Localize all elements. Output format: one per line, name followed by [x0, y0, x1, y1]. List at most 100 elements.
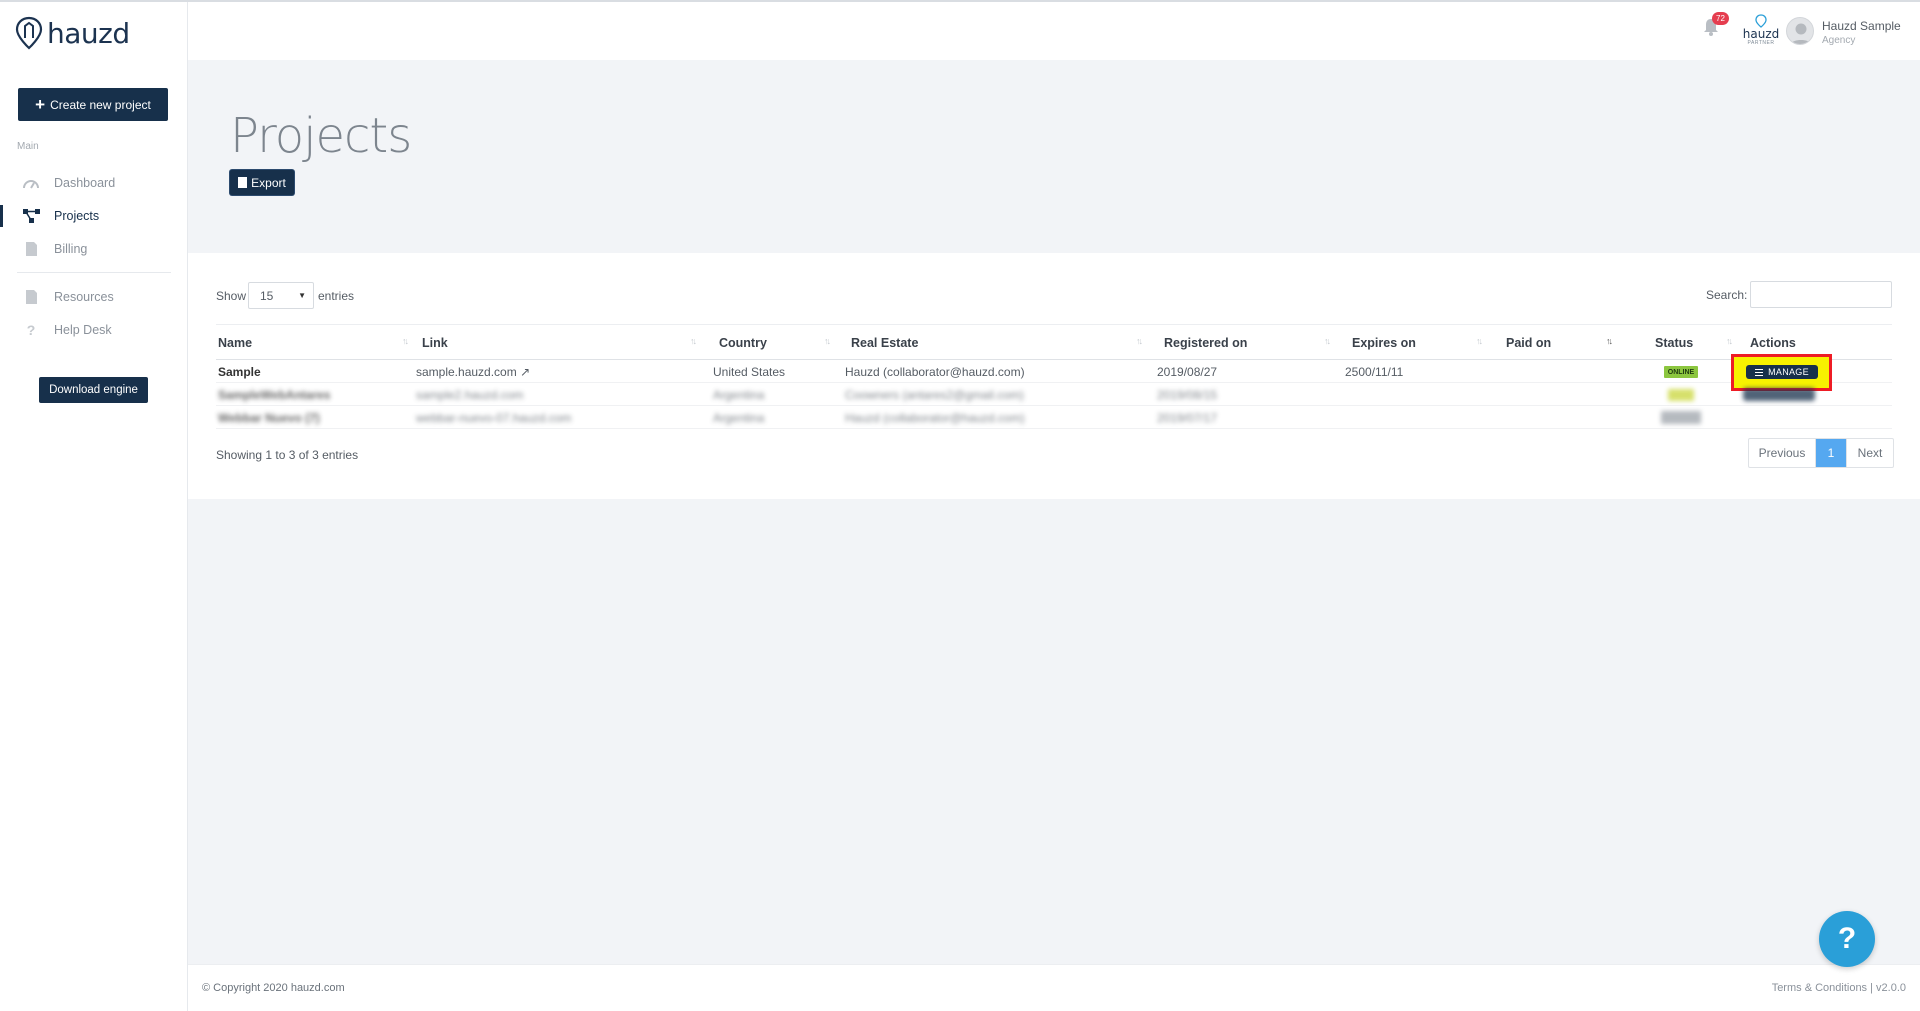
plus-icon: +	[35, 95, 46, 114]
sidebar-item-projects[interactable]: Projects	[0, 199, 188, 232]
column-header-link[interactable]: Link	[422, 336, 448, 350]
resources-icon	[22, 289, 40, 304]
create-new-project-button[interactable]: + Create new project	[18, 88, 168, 121]
sort-icon[interactable]: ↑↓	[1324, 336, 1331, 346]
column-header-registered-on[interactable]: Registered on	[1164, 336, 1247, 350]
billing-icon	[22, 241, 40, 256]
pagination: Previous 1 Next	[1748, 438, 1894, 468]
user-name[interactable]: Hauzd Sample	[1822, 19, 1901, 33]
logo-pin-icon	[15, 16, 43, 50]
cell-expires-on: 2500/11/11	[1345, 365, 1404, 379]
manage-button[interactable]	[1743, 388, 1815, 401]
cell-link[interactable]: webbar-nuevo-07.hauzd.com	[416, 411, 571, 425]
entries-label: entries	[318, 289, 355, 303]
sort-desc-icon[interactable]: ↑↓	[1606, 336, 1613, 346]
column-header-status[interactable]: Status	[1655, 336, 1693, 350]
projects-table: Name ↑↓ Link ↑↓ Country ↑↓ Real Estate ↑…	[216, 324, 1892, 429]
caret-down-icon: ▼	[298, 291, 306, 300]
column-header-expires-on[interactable]: Expires on	[1352, 336, 1416, 350]
external-link-icon[interactable]: ↗	[520, 365, 530, 379]
cell-registered-on: 2019/08/27	[1157, 365, 1218, 379]
table-row: Webbar Nuevo (7) webbar-nuevo-07.hauzd.c…	[216, 406, 1892, 429]
list-icon	[1755, 368, 1764, 376]
sidebar-item-label: Resources	[54, 289, 114, 304]
sidebar-nav: Dashboard Projects Billing Resources ? H…	[0, 166, 188, 346]
projects-panel: Show 15 ▼ entries Search: Name ↑↓ Link ↑…	[188, 253, 1920, 499]
page-title: Projects	[230, 108, 412, 164]
download-engine-button[interactable]: Download engine	[39, 377, 148, 403]
terms-link[interactable]: Terms & Conditions | v2.0.0	[1772, 982, 1906, 994]
projects-icon	[22, 208, 40, 223]
sidebar-item-resources[interactable]: Resources	[0, 280, 188, 313]
column-header-real-estate[interactable]: Real Estate	[851, 336, 918, 350]
sort-icon[interactable]: ↑↓	[402, 336, 409, 346]
column-header-actions: Actions	[1750, 336, 1796, 350]
sidebar-item-help-desk[interactable]: ? Help Desk	[0, 313, 188, 346]
show-label: Show	[216, 289, 247, 303]
page-1-button[interactable]: 1	[1816, 439, 1846, 467]
column-header-name[interactable]: Name	[218, 336, 252, 350]
avatar[interactable]	[1786, 17, 1814, 45]
notification-badge: 72	[1712, 12, 1729, 25]
sort-icon[interactable]: ↑↓	[1476, 336, 1483, 346]
entries-per-page-select[interactable]: 15 ▼	[248, 282, 314, 309]
file-icon	[238, 177, 248, 188]
footer: © Copyright 2020 hauzd.com Terms & Condi…	[188, 964, 1920, 1011]
sort-icon[interactable]: ↑↓	[824, 336, 831, 346]
user-avatar-icon	[1790, 23, 1812, 44]
copyright: © Copyright 2020 hauzd.com	[202, 982, 345, 994]
cell-link[interactable]: sample2.hauzd.com	[416, 388, 523, 402]
status-badge	[1668, 389, 1694, 401]
column-header-country[interactable]: Country	[719, 336, 767, 350]
search-label: Search:	[1706, 288, 1748, 302]
sidebar-item-label: Billing	[54, 241, 88, 256]
sort-icon[interactable]: ↑↓	[690, 336, 697, 346]
sidebar-section-label: Main	[17, 141, 39, 152]
cell-link[interactable]: sample.hauzd.com ↗	[416, 365, 530, 379]
sidebar: hauzd + Create new project Main Dashboar…	[0, 2, 188, 1011]
sidebar-item-label: Help Desk	[54, 322, 112, 337]
table-row: Sample sample.hauzd.com ↗ United States …	[216, 354, 1892, 391]
create-new-project-label: Create new project	[50, 97, 151, 112]
sidebar-item-label: Projects	[54, 208, 100, 223]
sidebar-divider	[17, 272, 171, 273]
partner-pin-icon	[1755, 14, 1767, 28]
cell-name: SampleWebAntares	[218, 388, 331, 402]
search-input[interactable]	[1750, 281, 1892, 308]
entries-per-page-value: 15	[260, 289, 274, 303]
table-header: Name ↑↓ Link ↑↓ Country ↑↓ Real Estate ↑…	[216, 324, 1892, 360]
export-label: Export	[251, 175, 286, 190]
table-row: SampleWebAntares sample2.hauzd.com Argen…	[216, 383, 1892, 406]
sidebar-item-billing[interactable]: Billing	[0, 232, 188, 265]
dashboard-icon	[22, 176, 40, 190]
cell-real-estate: Coowners (antares2@gmail.com)	[845, 388, 1024, 402]
cell-registered-on: 2019/07/17	[1157, 411, 1218, 425]
column-header-paid-on[interactable]: Paid on	[1506, 336, 1551, 350]
sort-icon[interactable]: ↑↓	[1136, 336, 1143, 346]
question-icon: ?	[26, 321, 36, 338]
cell-real-estate: Hauzd (collaborator@hauzd.com)	[845, 411, 1025, 425]
cell-name: Webbar Nuevo (7)	[218, 411, 320, 425]
cell-name: Sample	[218, 365, 261, 379]
next-page-button[interactable]: Next	[1846, 439, 1893, 467]
manage-button[interactable]: MANAGE	[1746, 365, 1818, 379]
user-role: Agency	[1822, 35, 1856, 46]
cell-country: United States	[713, 365, 786, 379]
cell-country: Argentina	[713, 388, 765, 402]
status-badge	[1661, 411, 1701, 424]
status-badge: ONLINE	[1664, 366, 1698, 378]
manage-label: MANAGE	[1768, 367, 1809, 377]
project-link[interactable]: sample.hauzd.com	[416, 365, 517, 379]
help-button[interactable]: ?	[1819, 911, 1875, 967]
sort-icon[interactable]: ↑↓	[1726, 336, 1733, 346]
export-button[interactable]: Export	[230, 170, 294, 195]
logo[interactable]: hauzd	[15, 16, 130, 50]
sidebar-item-dashboard[interactable]: Dashboard	[0, 166, 188, 199]
top-bar: 72 hauzd PARTNER Hauzd Sample Agency	[188, 2, 1920, 60]
partner-logo: hauzd PARTNER	[1741, 14, 1781, 46]
cell-real-estate: Hauzd (collaborator@hauzd.com)	[845, 365, 1025, 379]
previous-page-button[interactable]: Previous	[1749, 439, 1816, 467]
partner-name: hauzd	[1742, 27, 1780, 41]
logo-text: hauzd	[47, 16, 130, 50]
cell-registered-on: 2019/08/15	[1157, 388, 1218, 402]
